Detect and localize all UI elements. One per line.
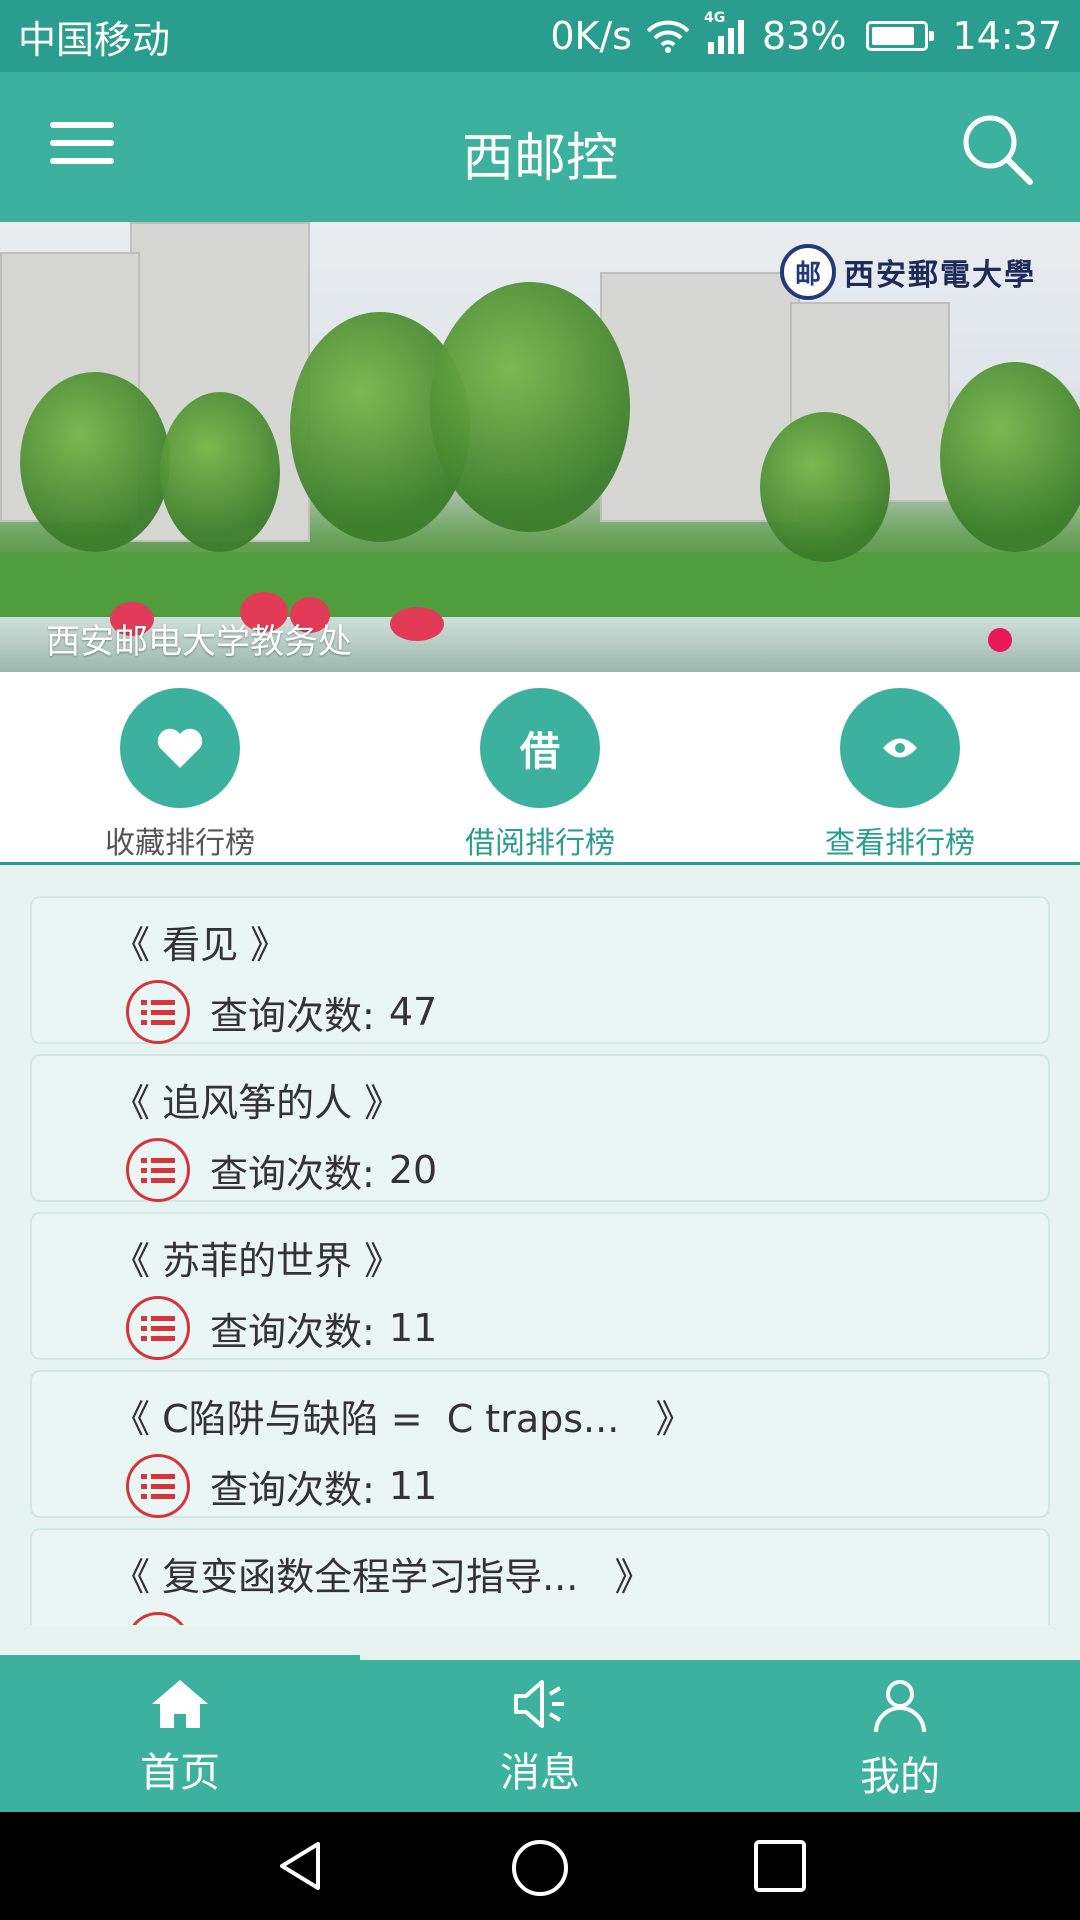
search-icon[interactable] [956, 108, 1036, 188]
user-icon [874, 1680, 926, 1733]
nav-home-label: 首页 [140, 1750, 220, 1796]
network-speed: 0K/s [550, 14, 633, 58]
query-count-row: 查询次数: 11 [126, 1296, 437, 1360]
borrow-ranking-label: 借阅排行榜 [465, 826, 615, 861]
query-count-value: 47 [388, 990, 438, 1034]
query-count-value: 20 [388, 1148, 438, 1192]
list-icon [126, 1138, 190, 1202]
university-logo-text: 西安郵電大學 [844, 258, 1036, 293]
tree-image [940, 362, 1080, 552]
page-title: 西邮控 [461, 129, 618, 189]
borrow-ranking-tab[interactable]: 借 借阅排行榜 [420, 688, 660, 862]
carousel-indicator-dot[interactable] [988, 628, 1012, 652]
system-navigation-bar [0, 1812, 1080, 1920]
book-title: 《 C陷阱与缺陷 = C traps... 》 [112, 1397, 694, 1441]
list-icon [126, 1296, 190, 1360]
heart-icon [120, 688, 240, 808]
query-count-label: 查询次数: [210, 1309, 375, 1354]
borrow-icon: 借 [480, 688, 600, 808]
university-seal: 邮 [780, 244, 836, 300]
university-logo: 邮 西安郵電大學 [780, 244, 1036, 300]
signal-icon: 4G [704, 10, 748, 56]
book-card[interactable]: 《 C陷阱与缺陷 = C traps... 》 查询次数: 11 [30, 1370, 1050, 1518]
battery-fill [872, 27, 914, 45]
flower-image [390, 607, 444, 641]
wifi-icon [646, 20, 690, 53]
query-count-label: 查询次数: [210, 1467, 375, 1512]
list-icon [126, 1612, 190, 1625]
lawn-image [0, 552, 1080, 622]
status-bar: 中国移动 0K/s 4G 83% 14:37 [0, 0, 1080, 72]
query-count-value: 11 [388, 1464, 438, 1508]
carrier-name: 中国移动 [18, 17, 171, 62]
book-card[interactable]: 《 苏菲的世界 》 查询次数: 11 [30, 1212, 1050, 1360]
recents-icon[interactable] [752, 1838, 808, 1894]
nav-messages-label: 消息 [500, 1750, 580, 1796]
banner-carousel[interactable]: 邮 西安郵電大學 西安邮电大学教务处 [0, 222, 1080, 672]
app-bar: 西邮控 [0, 72, 1080, 222]
banner-caption: 西安邮电大学教务处 [46, 622, 352, 662]
speaker-icon [514, 1680, 564, 1728]
borrow-glyph: 借 [520, 729, 560, 775]
back-icon[interactable] [272, 1838, 328, 1894]
list-icon [126, 980, 190, 1044]
eye-icon [840, 688, 960, 808]
book-card[interactable]: 《 看见 》 查询次数: 47 [30, 896, 1050, 1044]
tree-image [430, 282, 630, 532]
book-card[interactable]: 《 复变函数全程学习指导... 》 [30, 1528, 1050, 1625]
book-title: 《 追风筝的人 》 [112, 1081, 403, 1125]
home-icon [152, 1680, 208, 1728]
book-ranking-list[interactable]: 《 看见 》 查询次数: 47 《 追风筝的人 》 查询次数: 20 《 苏菲的… [0, 868, 1080, 1625]
nav-messages[interactable]: 消息 [360, 1678, 720, 1798]
clock: 14:37 [952, 14, 1062, 58]
book-title: 《 复变函数全程学习指导... 》 [112, 1555, 653, 1599]
tree-image [160, 392, 280, 552]
favorite-ranking-label: 收藏排行榜 [105, 826, 255, 861]
list-icon [126, 1454, 190, 1518]
query-count-row: 查询次数: 47 [126, 980, 437, 1044]
status-right: 0K/s 4G 83% 14:37 [550, 10, 1062, 58]
query-count-row: 查询次数: 11 [126, 1454, 437, 1518]
view-ranking-label: 查看排行榜 [825, 826, 975, 861]
book-card[interactable]: 《 追风筝的人 》 查询次数: 20 [30, 1054, 1050, 1202]
query-count-row: 查询次数: 20 [126, 1138, 437, 1202]
query-count-row [126, 1612, 210, 1625]
book-title: 《 看见 》 [112, 923, 289, 967]
nav-profile-label: 我的 [860, 1754, 940, 1800]
nav-profile[interactable]: 我的 [720, 1678, 1080, 1802]
query-count-value: 11 [388, 1306, 438, 1350]
tree-image [760, 412, 890, 562]
home-button-icon[interactable] [510, 1838, 570, 1898]
nav-home[interactable]: 首页 [0, 1678, 360, 1798]
ranking-tabs: 收藏排行榜 借 借阅排行榜 查看排行榜 [0, 672, 1080, 865]
battery-icon [866, 21, 935, 51]
battery-percent: 83% [762, 14, 847, 58]
favorite-ranking-tab[interactable]: 收藏排行榜 [60, 688, 300, 862]
book-title: 《 苏菲的世界 》 [112, 1239, 403, 1283]
query-count-label: 查询次数: [210, 993, 375, 1038]
tree-image [20, 372, 170, 552]
view-ranking-tab[interactable]: 查看排行榜 [780, 688, 1020, 862]
query-count-label: 查询次数: [210, 1151, 375, 1196]
bottom-navigation: 首页 消息 我的 [0, 1660, 1080, 1812]
